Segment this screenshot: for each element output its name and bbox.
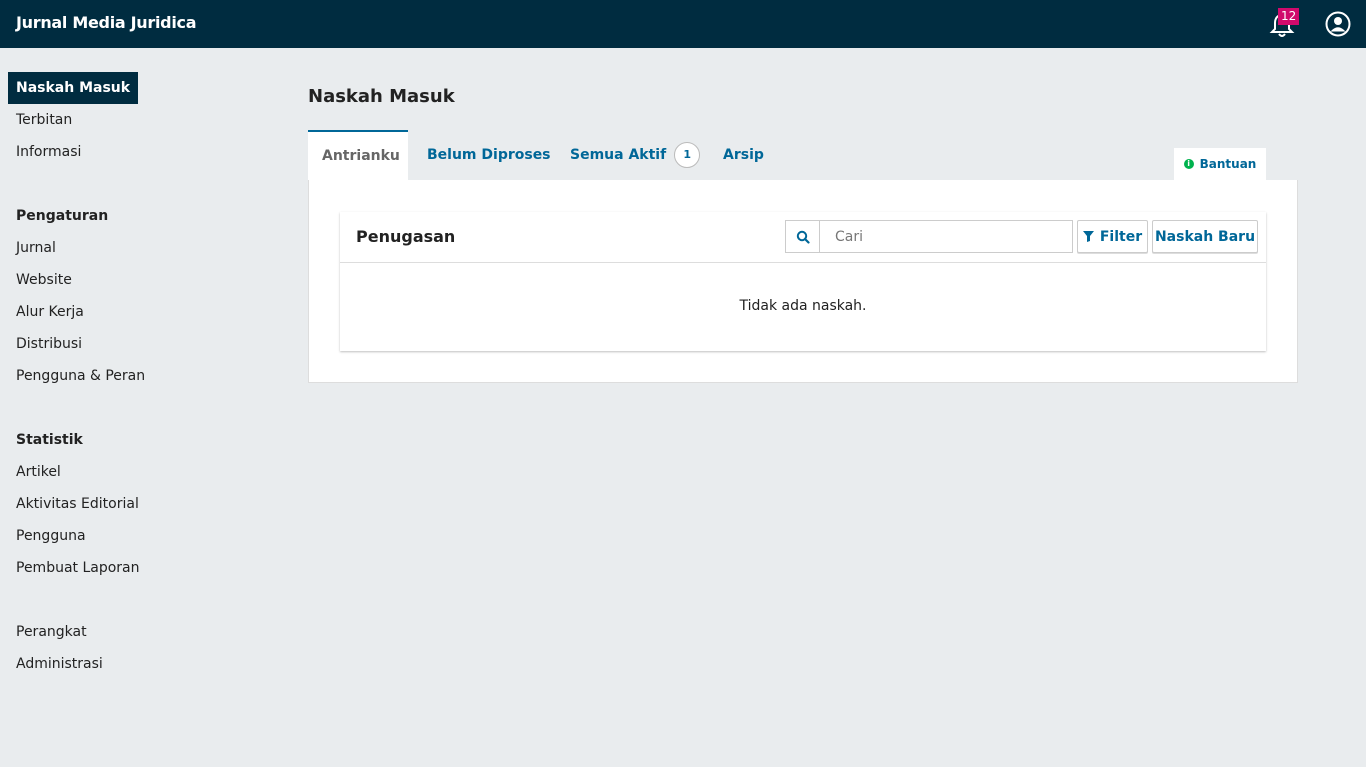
new-submission-button[interactable]: Naskah Baru <box>1152 220 1258 253</box>
notification-count-badge[interactable]: 12 <box>1278 8 1300 25</box>
filter-label: Filter <box>1099 228 1143 245</box>
sidebar-item-artikel[interactable]: Artikel <box>16 462 61 482</box>
card-title: Penugasan <box>356 227 456 246</box>
sidebar-item-pembuat-laporan[interactable]: Pembuat Laporan <box>16 558 140 578</box>
empty-message: Tidak ada naskah. <box>739 298 867 314</box>
user-circle-icon[interactable] <box>1325 11 1351 37</box>
sidebar-heading-pengaturan: Pengaturan <box>16 208 109 224</box>
info-icon: i <box>1183 159 1194 169</box>
search-input[interactable] <box>821 221 1071 252</box>
tab-bar: Antrianku Belum Diproses Semua Aktif 1 A… <box>308 130 1298 180</box>
sidebar-item-informasi[interactable]: Informasi <box>16 142 81 162</box>
sidebar-item-alur-kerja[interactable]: Alur Kerja <box>16 302 84 322</box>
submissions-card: Penugasan Filter Naskah Baru Tidak ada n… <box>340 212 1266 351</box>
tab-antrianku[interactable]: Antrianku <box>308 130 408 180</box>
search-icon[interactable] <box>786 221 820 252</box>
sidebar-item-pengguna-peran[interactable]: Pengguna & Peran <box>16 366 145 386</box>
sidebar-item-perangkat[interactable]: Perangkat <box>16 622 87 642</box>
sidebar-item-distribusi[interactable]: Distribusi <box>16 334 82 354</box>
sidebar-item-jurnal[interactable]: Jurnal <box>16 238 56 258</box>
top-bar: Jurnal Media Juridica 12 <box>0 0 1366 48</box>
tab-arsip[interactable]: Arsip <box>709 130 778 180</box>
page-title: Naskah Masuk <box>308 86 455 107</box>
sidebar-item-aktivitas-editorial[interactable]: Aktivitas Editorial <box>16 494 139 514</box>
sidebar-item-naskah-masuk[interactable]: Naskah Masuk <box>8 72 139 104</box>
tab-belum-diproses[interactable]: Belum Diproses <box>413 130 565 180</box>
sidebar-heading-statistik: Statistik <box>16 432 83 448</box>
help-label: Bantuan <box>1199 157 1257 171</box>
tab-count-badge: 1 <box>674 142 701 168</box>
sidebar-item-terbitan[interactable]: Terbitan <box>16 110 72 130</box>
site-title[interactable]: Jurnal Media Juridica <box>16 13 197 32</box>
help-button[interactable]: i Bantuan <box>1174 148 1266 180</box>
tab-semua-aktif[interactable]: Semua Aktif 1 <box>556 130 714 180</box>
card-header: Penugasan Filter Naskah Baru <box>340 212 1266 263</box>
tab-label: Semua Aktif <box>570 147 667 163</box>
sidebar-item-website[interactable]: Website <box>16 270 72 290</box>
sidebar-item-pengguna[interactable]: Pengguna <box>16 526 86 546</box>
filter-button[interactable]: Filter <box>1077 220 1148 253</box>
search-box <box>785 220 1073 253</box>
filter-icon <box>1082 231 1094 242</box>
sidebar-item-administrasi[interactable]: Administrasi <box>16 654 103 674</box>
